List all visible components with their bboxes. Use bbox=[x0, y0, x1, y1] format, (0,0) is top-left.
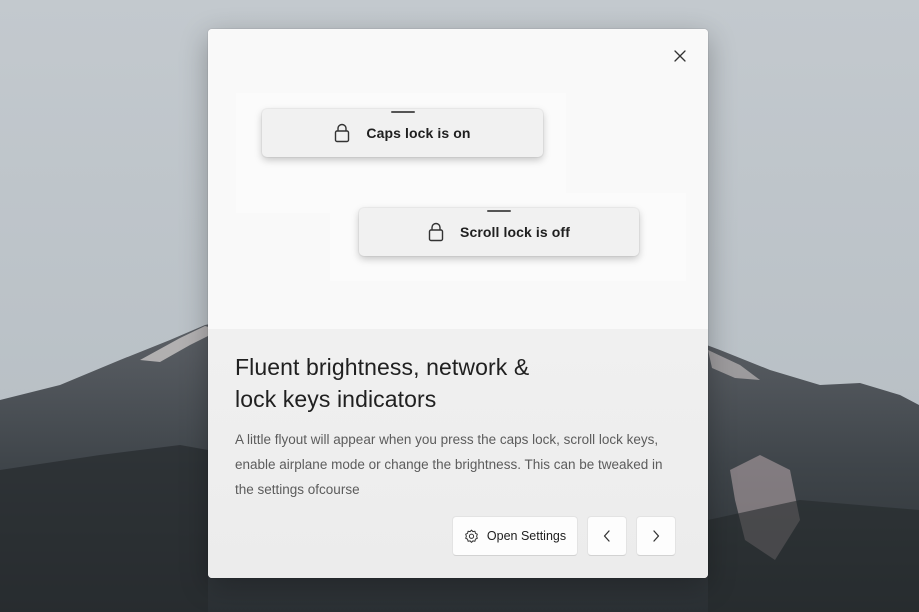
preview-area: Caps lock is on Scroll lock is off bbox=[208, 29, 708, 329]
chevron-right-icon bbox=[653, 530, 660, 542]
flyout-label: Caps lock is on bbox=[366, 125, 471, 141]
flyout-grip bbox=[487, 210, 511, 212]
scroll-lock-flyout: Scroll lock is off bbox=[359, 208, 639, 256]
feature-title-line: Fluent brightness, network & bbox=[235, 354, 530, 380]
close-icon bbox=[674, 50, 686, 62]
open-settings-label: Open Settings bbox=[486, 529, 567, 543]
feature-description: A little flyout will appear when you pre… bbox=[235, 432, 663, 497]
whats-new-dialog: Caps lock is on Scroll lock is off Fluen… bbox=[208, 29, 708, 578]
feature-title-line: lock keys indicators bbox=[235, 386, 437, 412]
dialog-content: Fluent brightness, network & lock keys i… bbox=[208, 329, 708, 578]
open-settings-button[interactable]: Open Settings bbox=[452, 516, 578, 556]
close-button[interactable] bbox=[666, 42, 694, 70]
lock-icon bbox=[428, 222, 444, 242]
next-button[interactable] bbox=[636, 516, 676, 556]
previous-button[interactable] bbox=[587, 516, 627, 556]
lock-icon bbox=[335, 123, 350, 143]
flyout-label: Scroll lock is off bbox=[460, 224, 570, 240]
feature-title: Fluent brightness, network & lock keys i… bbox=[235, 351, 595, 415]
gear-icon bbox=[465, 529, 478, 543]
caps-lock-flyout: Caps lock is on bbox=[262, 109, 543, 157]
chevron-left-icon bbox=[603, 530, 610, 542]
flyout-grip bbox=[390, 111, 415, 113]
